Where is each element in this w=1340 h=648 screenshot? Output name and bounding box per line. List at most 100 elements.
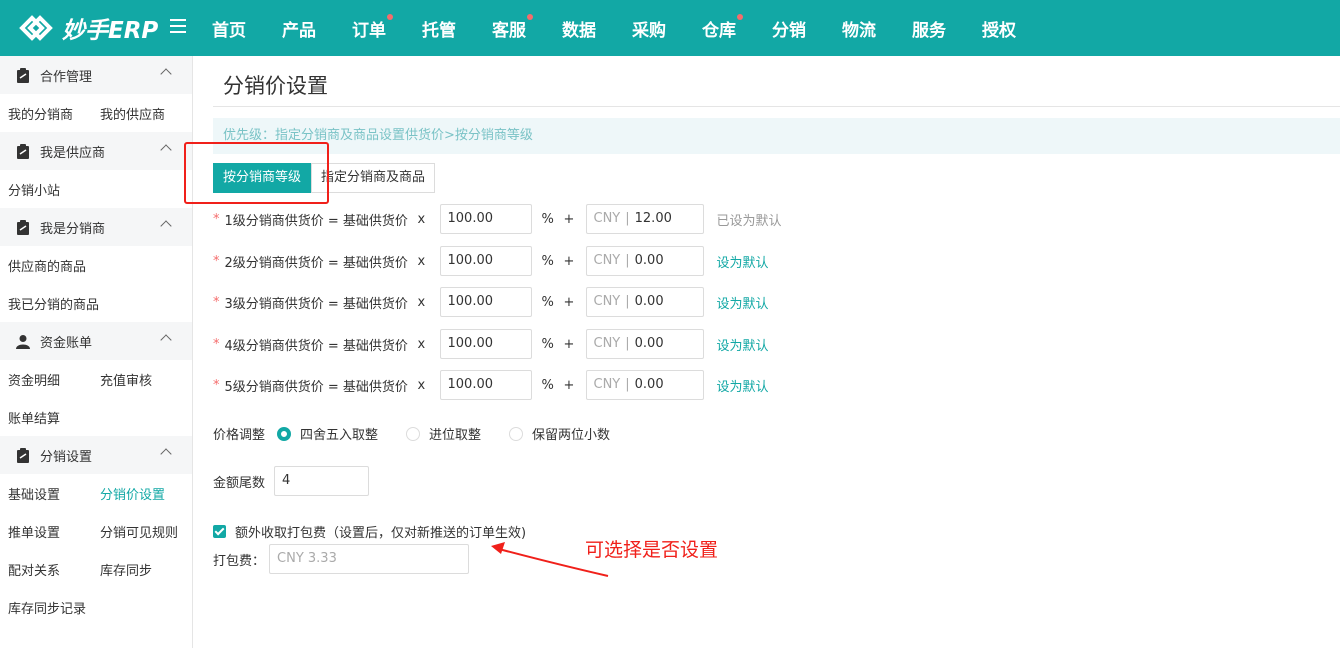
sidebar-item[interactable]: 库存同步记录 xyxy=(8,598,100,617)
sidebar-row: 推单设置 分销可见规则 xyxy=(0,512,192,550)
set-default-link[interactable]: 设为默认 xyxy=(717,293,769,312)
nav-item[interactable]: 采购 xyxy=(632,16,666,41)
nav-item-label: 采购 xyxy=(632,20,666,41)
extra-amount-input[interactable]: CNY | 0.00 xyxy=(585,287,704,317)
nav-item[interactable]: 授权 xyxy=(982,16,1016,41)
nav-item[interactable]: 分销 xyxy=(772,16,806,41)
extra-amount-input[interactable]: CNY | 0.00 xyxy=(585,329,704,359)
sidebar-item[interactable]: 我的供应商 xyxy=(100,104,192,123)
currency-prefix: CNY xyxy=(593,211,621,226)
radio-round-up[interactable] xyxy=(406,426,421,441)
extra-amount-value: 0.00 xyxy=(634,294,664,309)
sidebar-item[interactable]: 我已分销的商品 xyxy=(8,294,100,313)
clipboard-icon xyxy=(16,219,30,235)
menu-toggle-icon[interactable] xyxy=(170,19,186,33)
nav-item[interactable]: 托管 xyxy=(422,16,456,41)
multiply-sign: x xyxy=(417,377,426,393)
nav-item[interactable]: 仓库 xyxy=(702,13,743,41)
radio-round-up-label[interactable]: 进位取整 xyxy=(429,424,481,443)
set-default-link[interactable]: 设为默认 xyxy=(717,376,769,395)
packing-fee-label: 打包费： xyxy=(213,553,266,569)
extra-amount-input[interactable]: CNY | 0.00 xyxy=(585,246,704,276)
plus-sign: + xyxy=(563,211,575,227)
sidebar-row: 账单结算 xyxy=(0,398,192,436)
nav-item-label: 仓库 xyxy=(702,20,736,41)
notification-dot xyxy=(737,13,743,20)
nav-item[interactable]: 客服 xyxy=(492,13,533,41)
nav-item-label: 托管 xyxy=(422,20,456,41)
set-default-link[interactable]: 设为默认 xyxy=(717,252,769,271)
multiply-sign: x xyxy=(417,211,426,227)
sidebar-group-label: 我是供应商 xyxy=(40,145,106,161)
sidebar-group-header[interactable]: 合作管理 xyxy=(0,56,192,94)
tail-label: 金额尾数 xyxy=(213,475,266,491)
chevron-up-icon[interactable] xyxy=(160,68,172,80)
nav-item[interactable]: 数据 xyxy=(562,16,596,41)
sidebar-row: 配对关系 库存同步 xyxy=(0,550,192,588)
extra-amount-input[interactable]: CNY | 0.00 xyxy=(585,370,704,400)
sidebar-row: 分销小站 xyxy=(0,170,192,208)
chevron-up-icon[interactable] xyxy=(160,448,172,460)
sidebar-item[interactable]: 分销小站 xyxy=(8,180,100,199)
sidebar-item[interactable]: 库存同步 xyxy=(100,560,192,579)
required-mark: * xyxy=(213,377,220,393)
radio-round-half[interactable] xyxy=(277,426,292,441)
nav-item[interactable]: 产品 xyxy=(282,16,316,41)
main-nav: 首页 产品 订单 托管 客服 数据 采购 仓库 分销 物流 服务 授权 xyxy=(212,0,1052,56)
currency-prefix: CNY xyxy=(593,377,621,392)
sidebar-row: 我的分销商 我的供应商 xyxy=(0,94,192,132)
sidebar-item[interactable]: 供应商的商品 xyxy=(8,256,100,275)
required-mark: * xyxy=(213,211,220,227)
percent-input[interactable]: 100.00 xyxy=(439,287,532,317)
amount-tail-row: 金额尾数 4 xyxy=(213,466,370,496)
sidebar-item[interactable]: 账单结算 xyxy=(8,408,100,427)
sidebar-group-header[interactable]: 我是分销商 xyxy=(0,208,192,246)
nav-item[interactable]: 首页 xyxy=(212,16,246,41)
extra-amount-input[interactable]: CNY | 12.00 xyxy=(585,204,704,234)
chevron-up-icon[interactable] xyxy=(160,220,172,232)
sidebar-item[interactable]: 配对关系 xyxy=(8,560,100,579)
sidebar-row: 基础设置 分销价设置 xyxy=(0,474,192,512)
nav-item[interactable]: 订单 xyxy=(352,13,393,41)
radio-round-half-label[interactable]: 四舍五入取整 xyxy=(300,424,378,443)
packing-fee-checkbox[interactable] xyxy=(213,525,226,538)
sidebar-item[interactable]: 分销可见规则 xyxy=(100,522,192,541)
extra-amount-value: 0.00 xyxy=(634,336,664,351)
tail-input[interactable]: 4 xyxy=(274,466,370,496)
rounding-label: 价格调整 xyxy=(213,428,266,443)
sidebar-item[interactable]: 基础设置 xyxy=(8,484,100,503)
packing-fee-input[interactable]: CNY 3.33 xyxy=(269,544,470,574)
percent-input[interactable]: 100.00 xyxy=(439,370,532,400)
percent-input[interactable]: 100.00 xyxy=(439,204,532,234)
sidebar-group-header[interactable]: 我是供应商 xyxy=(0,132,192,170)
radio-two-decimals[interactable] xyxy=(509,426,524,441)
plus-sign: + xyxy=(563,377,575,393)
required-mark: * xyxy=(213,336,220,352)
level-formula: 5级分销商供货价 = 基础供货价 xyxy=(224,379,408,395)
required-mark: * xyxy=(213,294,220,310)
sidebar-item[interactable]: 我的分销商 xyxy=(8,104,100,123)
nav-item[interactable]: 物流 xyxy=(842,16,876,41)
percent-sign: % xyxy=(541,211,554,227)
percent-input[interactable]: 100.00 xyxy=(439,246,532,276)
currency-prefix: CNY xyxy=(593,253,621,268)
sidebar-group-header[interactable]: 资金账单 xyxy=(0,322,192,360)
sidebar-item[interactable]: 推单设置 xyxy=(8,522,100,541)
sidebar-item[interactable]: 充值审核 xyxy=(100,370,192,389)
percent-sign: % xyxy=(541,336,554,352)
chevron-up-icon[interactable] xyxy=(160,144,172,156)
sidebar-group-label: 合作管理 xyxy=(40,69,93,85)
level-formula: 2级分销商供货价 = 基础供货价 xyxy=(224,255,408,271)
chevron-up-icon[interactable] xyxy=(160,334,172,346)
sidebar-group-header[interactable]: 分销设置 xyxy=(0,436,192,474)
nav-item[interactable]: 服务 xyxy=(912,16,946,41)
level-formula: 1级分销商供货价 = 基础供货价 xyxy=(224,213,408,229)
logo-mark-icon xyxy=(19,15,53,41)
set-default-link[interactable]: 设为默认 xyxy=(717,335,769,354)
tab-by-distributor-product[interactable]: 指定分销商及商品 xyxy=(311,163,436,193)
sidebar-item[interactable]: 分销价设置 xyxy=(100,484,192,503)
currency-separator: | xyxy=(625,253,630,268)
sidebar-item[interactable]: 资金明细 xyxy=(8,370,100,389)
percent-input[interactable]: 100.00 xyxy=(439,329,532,359)
radio-two-decimals-label[interactable]: 保留两位小数 xyxy=(532,424,610,443)
